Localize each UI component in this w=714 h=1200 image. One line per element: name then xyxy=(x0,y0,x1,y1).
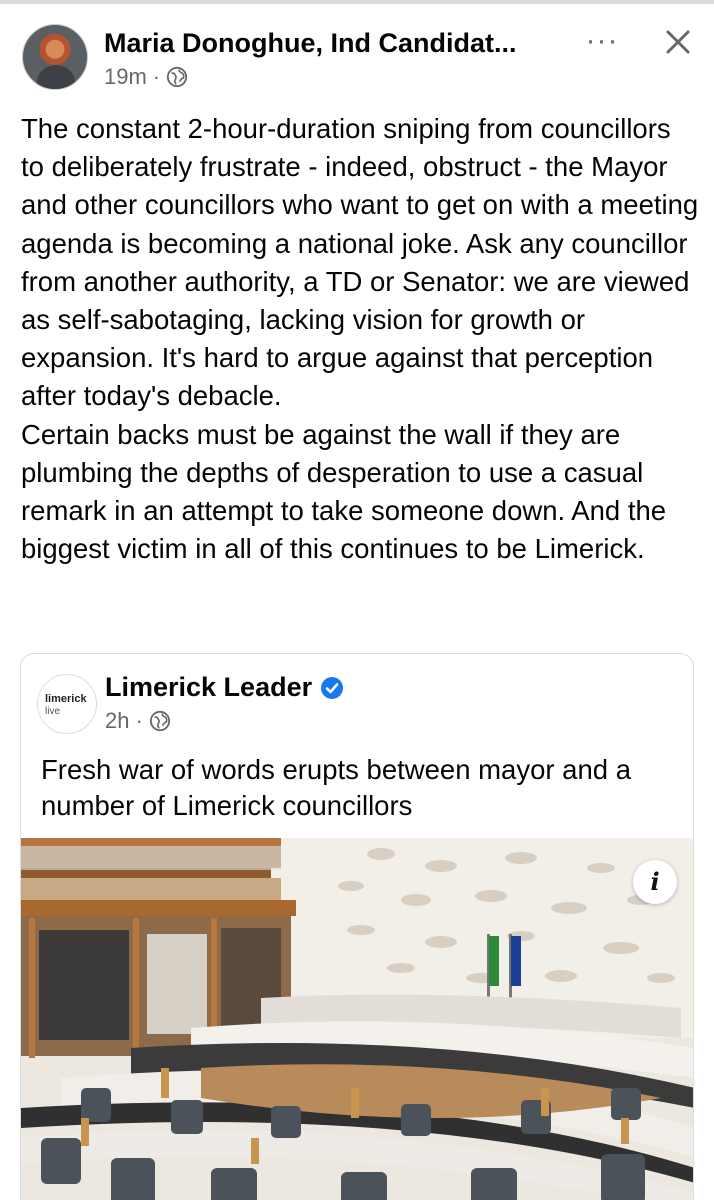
globe-icon xyxy=(149,710,170,732)
verified-badge-icon xyxy=(321,676,344,699)
post-time[interactable]: 19m xyxy=(104,64,147,90)
close-icon[interactable] xyxy=(658,22,698,62)
shared-time[interactable]: 2h xyxy=(105,708,129,734)
author-name[interactable]: Maria Donoghue, Ind Candidat... xyxy=(104,28,574,59)
shared-post-card[interactable]: limerick live Limerick Leader 2h · Fresh… xyxy=(20,653,694,1200)
post-text: The constant 2-hour-duration sniping fro… xyxy=(21,113,699,565)
meta-separator: · xyxy=(152,64,161,89)
post-header: Maria Donoghue, Ind Candidat... 19m · ··… xyxy=(18,20,698,96)
page-name-label: Limerick Leader xyxy=(105,672,313,702)
chamber-photo[interactable]: i xyxy=(21,838,693,1200)
shared-headline[interactable]: Fresh war of words erupts between mayor … xyxy=(41,752,681,824)
top-divider xyxy=(0,0,714,4)
globe-icon xyxy=(167,66,188,88)
page-name[interactable]: Limerick Leader xyxy=(105,672,344,703)
logo-text-main: limerick xyxy=(45,693,87,705)
shared-meta: 2h · xyxy=(105,708,171,734)
more-options-button[interactable]: ··· xyxy=(580,24,624,64)
meta-separator: · xyxy=(135,708,143,733)
council-chamber-image xyxy=(21,838,693,1200)
post-meta: 19m · xyxy=(104,64,188,90)
author-avatar[interactable] xyxy=(22,24,88,90)
page-logo[interactable]: limerick live xyxy=(37,674,97,734)
info-button[interactable]: i xyxy=(633,860,677,904)
logo-text-sub: live xyxy=(45,706,61,717)
